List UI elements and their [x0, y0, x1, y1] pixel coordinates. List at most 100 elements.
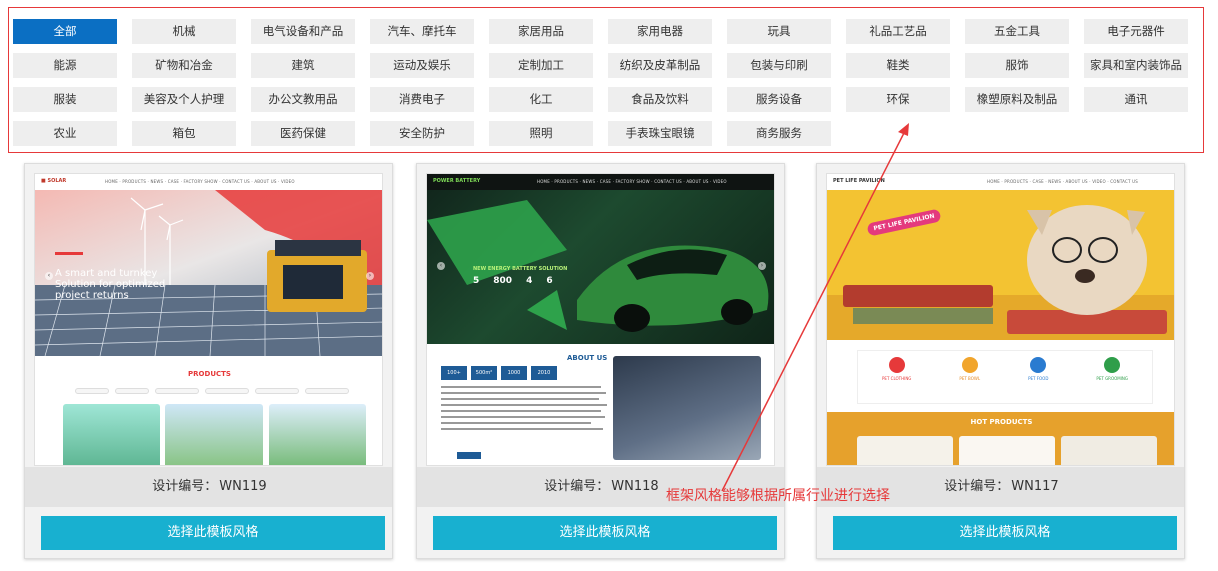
- preview-paragraph-line: [441, 410, 601, 412]
- preview-logo: PET LIFE PAVILION: [833, 178, 885, 184]
- category-button[interactable]: 包装与印刷: [727, 53, 831, 78]
- category-button[interactable]: 五金工具: [965, 19, 1069, 44]
- category-button[interactable]: 家用电器: [608, 19, 712, 44]
- preview-nav: ■ SOLAR HOME · PRODUCTS · NEWS · CASE · …: [35, 174, 382, 190]
- preview-paragraph-line: [441, 386, 601, 388]
- category-button[interactable]: 能源: [13, 53, 117, 78]
- category-button[interactable]: 照明: [489, 121, 593, 146]
- template-code: WN117: [1011, 479, 1059, 494]
- preview-feature-row: PET CLOTHING PET BOWL PET FOOD PET GROOM…: [857, 350, 1153, 404]
- category-button[interactable]: 机械: [132, 19, 236, 44]
- category-button[interactable]: 家具和室内装饰品: [1084, 53, 1188, 78]
- preview-product-thumb: [63, 404, 160, 465]
- category-button[interactable]: 运动及娱乐: [370, 53, 474, 78]
- preview-paragraph-line: [441, 428, 603, 430]
- category-button[interactable]: 电气设备和产品: [251, 19, 355, 44]
- preview-paragraph-line: [441, 422, 591, 424]
- preview-more-button: [457, 452, 481, 459]
- category-button[interactable]: 纺织及皮革制品: [608, 53, 712, 78]
- preview-hero-text: A smart and turnkey Solution for optimiz…: [55, 268, 166, 301]
- code-prefix: 设计编号：: [152, 479, 218, 494]
- preview-stat-box: 100+: [441, 366, 467, 380]
- preview-nav: POWER BATTERY HOME · PRODUCTS · NEWS · C…: [427, 174, 774, 190]
- pet-grooming-icon: [1104, 357, 1121, 373]
- select-template-button[interactable]: 选择此模板风格: [41, 516, 385, 550]
- template-code-label: 设计编号： WN119: [25, 467, 392, 507]
- preview-next-icon: ›: [366, 272, 374, 280]
- category-button[interactable]: 手表珠宝眼镜: [608, 121, 712, 146]
- category-button[interactable]: 汽车、摩托车: [370, 19, 474, 44]
- preview-logo: ■ SOLAR: [41, 178, 67, 184]
- category-button[interactable]: 安全防护: [370, 121, 474, 146]
- code-prefix: 设计编号：: [944, 479, 1010, 494]
- preview-hot-products: HOT PRODUCTS: [827, 412, 1174, 465]
- pet-bowl-icon: [961, 357, 978, 373]
- preview-feature-label: PET GROOMING: [1096, 376, 1128, 381]
- code-prefix: 设计编号：: [544, 479, 610, 494]
- preview-feature-label: PET BOWL: [959, 376, 981, 381]
- category-button[interactable]: 食品及饮料: [608, 87, 712, 112]
- category-button[interactable]: 服装: [13, 87, 117, 112]
- category-button[interactable]: 办公文教用品: [251, 87, 355, 112]
- preview-paragraph-line: [441, 416, 605, 418]
- category-button[interactable]: 通讯: [1084, 87, 1188, 112]
- preview-paragraph-line: [441, 392, 606, 394]
- category-button[interactable]: 消费电子: [370, 87, 474, 112]
- category-button[interactable]: 矿物和冶金: [132, 53, 236, 78]
- preview-stat-box: 2010: [531, 366, 557, 380]
- preview-nav-links: HOME · PRODUCTS · NEWS · CASE · FACTORY …: [105, 179, 295, 184]
- category-button[interactable]: 农业: [13, 121, 117, 146]
- template-code: WN119: [219, 479, 267, 494]
- category-button[interactable]: 定制加工: [489, 53, 593, 78]
- preview-section-title: PRODUCTS: [188, 370, 231, 378]
- preview-product-thumb: [269, 404, 366, 465]
- category-button[interactable]: 建筑: [251, 53, 355, 78]
- template-code: WN118: [611, 479, 659, 494]
- preview-next-icon: ›: [758, 262, 766, 270]
- preview-feature-label: PET FOOD: [1028, 376, 1049, 381]
- category-button[interactable]: 美容及个人护理: [132, 87, 236, 112]
- category-button[interactable]: 商务服务: [727, 121, 831, 146]
- template-preview-wn117[interactable]: PET LIFE PAVILION HOME · PRODUCTS · CASE…: [826, 173, 1175, 466]
- select-template-button[interactable]: 选择此模板风格: [433, 516, 777, 550]
- preview-product-thumb: [165, 404, 263, 465]
- preview-feature: PET CLOTHING: [882, 351, 911, 403]
- preview-hero-headline: NEW ENERGY BATTERY SOLUTION: [473, 266, 568, 272]
- template-preview-wn118[interactable]: POWER BATTERY HOME · PRODUCTS · NEWS · C…: [426, 173, 775, 466]
- dog-hero-illustration: [827, 205, 1174, 340]
- category-button[interactable]: 全部: [13, 19, 117, 44]
- category-button[interactable]: 环保: [846, 87, 950, 112]
- preview-stat-boxes: 100+ 500m² 1000 2010: [441, 366, 557, 380]
- preview-nav-links: HOME · PRODUCTS · NEWS · CASE · FACTORY …: [537, 179, 727, 184]
- category-button[interactable]: 化工: [489, 87, 593, 112]
- preview-pill: [75, 388, 109, 394]
- preview-feature-label: PET CLOTHING: [882, 376, 912, 381]
- preview-hero-stats: 5 800 4 6: [473, 276, 553, 286]
- category-button[interactable]: 服务设备: [727, 87, 831, 112]
- preview-stat-box: 500m²: [471, 366, 497, 380]
- preview-pill: [155, 388, 199, 394]
- category-button[interactable]: 橡塑原料及制品: [965, 87, 1069, 112]
- preview-feature: PET FOOD: [1028, 351, 1048, 403]
- category-filter-panel: 全部 机械 电气设备和产品 汽车、摩托车 家居用品 家用电器 玩具 礼品工艺品 五金工具 电子元器…: [8, 7, 1204, 153]
- preview-feature: PET BOWL: [959, 351, 980, 403]
- category-button[interactable]: 家居用品: [489, 19, 593, 44]
- preview-paragraph-line: [441, 404, 607, 406]
- preview-stat: 800: [493, 276, 513, 286]
- template-preview-wn119[interactable]: ■ SOLAR HOME · PRODUCTS · NEWS · CASE · …: [34, 173, 383, 466]
- category-button[interactable]: 礼品工艺品: [846, 19, 950, 44]
- preview-product-thumb: [857, 436, 953, 465]
- category-button[interactable]: 鞋类: [846, 53, 950, 78]
- preview-section-title: HOT PRODUCTS: [970, 418, 1033, 426]
- category-button[interactable]: 箱包: [132, 121, 236, 146]
- preview-hero: A smart and turnkey Solution for optimiz…: [35, 190, 382, 356]
- select-template-button[interactable]: 选择此模板风格: [833, 516, 1177, 550]
- preview-factory-image: [613, 356, 761, 460]
- category-button[interactable]: 医药保健: [251, 121, 355, 146]
- preview-stat: 4: [526, 276, 533, 286]
- preview-nav: PET LIFE PAVILION HOME · PRODUCTS · CASE…: [827, 174, 1174, 190]
- category-button[interactable]: 服饰: [965, 53, 1069, 78]
- preview-pill: [115, 388, 149, 394]
- category-button[interactable]: 电子元器件: [1084, 19, 1188, 44]
- category-button[interactable]: 玩具: [727, 19, 831, 44]
